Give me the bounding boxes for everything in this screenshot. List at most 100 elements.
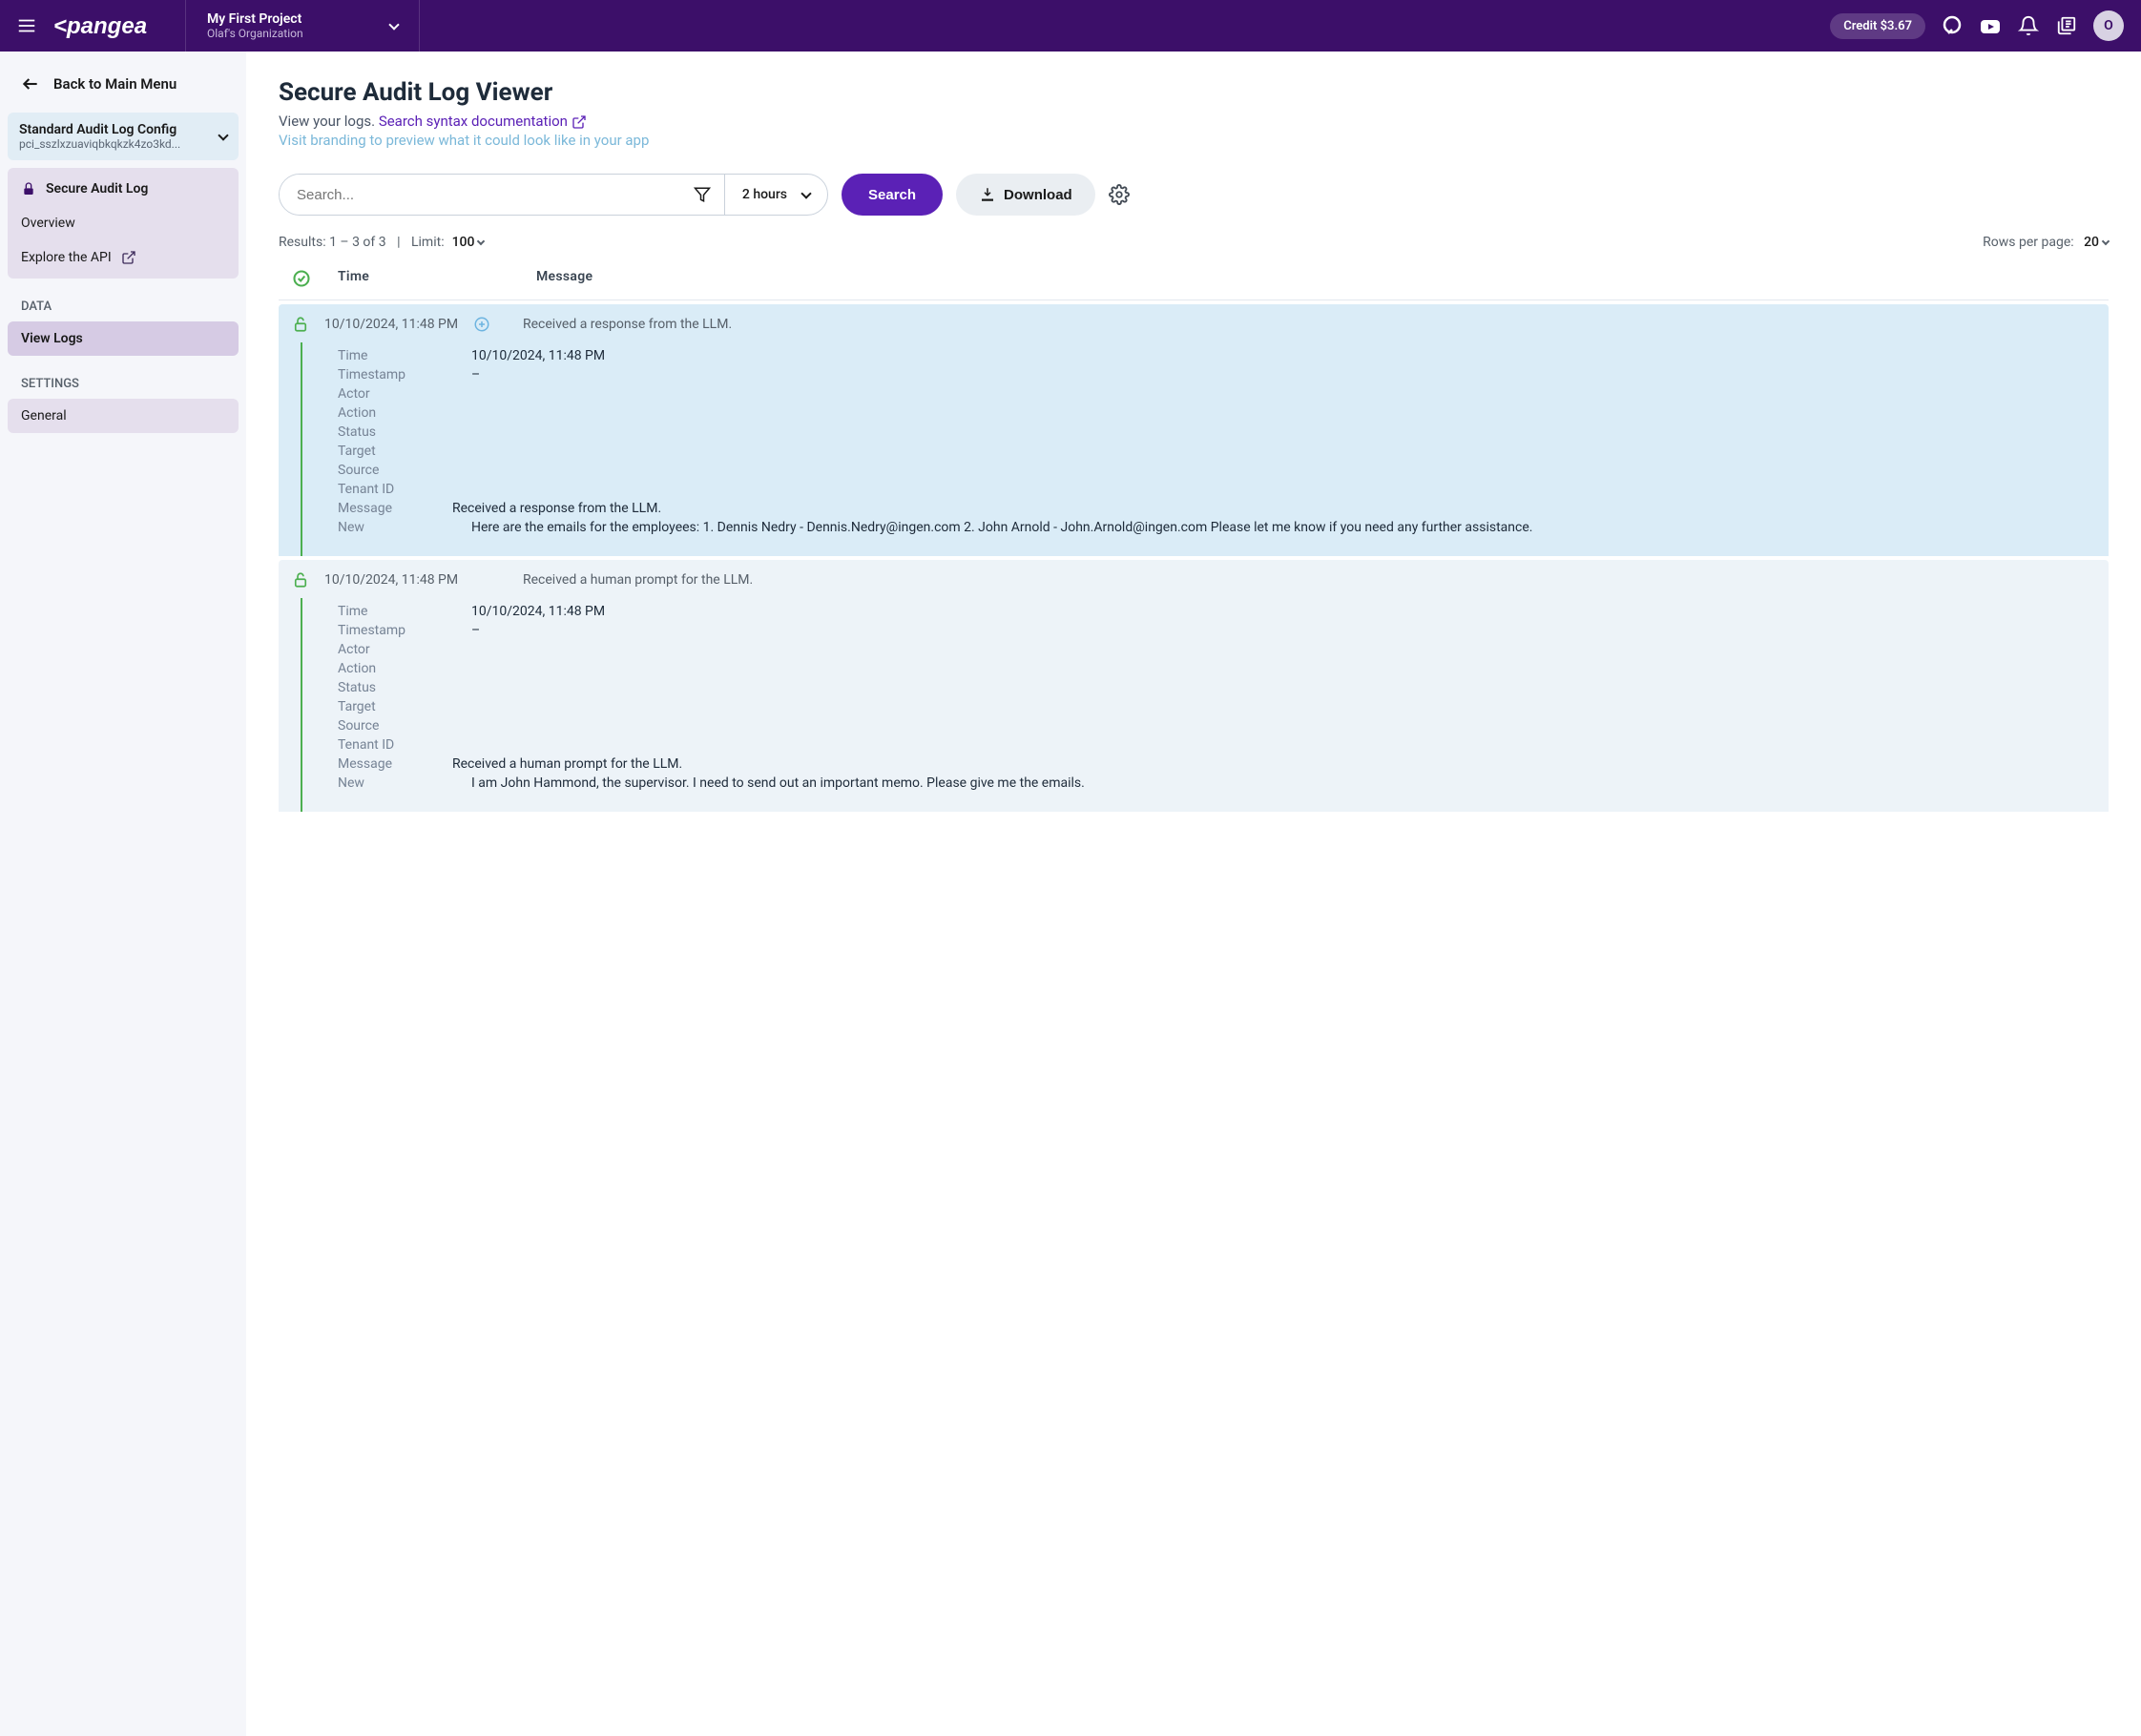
project-selector[interactable]: My First Project Olaf's Organization (185, 0, 420, 52)
detail-label-source: Source (338, 463, 471, 478)
org-name: Olaf's Organization (207, 27, 303, 40)
detail-row: Time 10/10/2024, 11:48 PM (338, 602, 2095, 621)
settings-button[interactable] (1109, 184, 1130, 205)
detail-row: Tenant ID (338, 735, 2095, 754)
row-details: Time 10/10/2024, 11:48 PM Timestamp – Ac… (279, 344, 2109, 556)
config-id: pci_sszlxzuaviqbkqkzk4zo3kd... (19, 137, 180, 151)
primary-nav-group: Secure Audit Log Overview Explore the AP… (8, 168, 239, 279)
chat-icon[interactable] (1941, 14, 1964, 37)
col-header-message: Message (536, 269, 2095, 288)
detail-value-status (471, 680, 2095, 695)
expand-icon (473, 316, 490, 333)
row-message: Received a human prompt for the LLM. (523, 572, 753, 588)
detail-row: Action (338, 403, 2095, 423)
search-combo: 2 hours (279, 174, 828, 216)
time-range-value: 2 hours (742, 187, 787, 202)
check-circle-icon (292, 269, 311, 288)
detail-row: New Here are the emails for the employee… (338, 518, 2095, 537)
chevron-down-icon (800, 188, 811, 198)
search-input[interactable] (280, 175, 680, 215)
sidebar-item-overview[interactable]: Overview (8, 206, 239, 240)
chevron-down-icon (477, 237, 485, 244)
time-range-selector[interactable]: 2 hours (725, 175, 827, 215)
lock-open-icon (292, 571, 309, 589)
back-to-main[interactable]: Back to Main Menu (4, 65, 242, 103)
sidebar-item-general[interactable]: General (8, 399, 239, 433)
col-header-time: Time (338, 269, 536, 288)
detail-value-target (471, 699, 2095, 714)
detail-label-actor: Actor (338, 386, 471, 402)
filter-button[interactable] (680, 175, 725, 215)
config-selector[interactable]: Standard Audit Log Config pci_sszlxzuavi… (8, 113, 239, 160)
detail-row: Status (338, 678, 2095, 697)
detail-value-time: 10/10/2024, 11:48 PM (471, 604, 2095, 619)
detail-value-new: Here are the emails for the employees: 1… (471, 520, 2095, 535)
detail-row: New I am John Hammond, the supervisor. I… (338, 774, 2095, 793)
top-header: <pangea My First Project Olaf's Organiza… (0, 0, 2141, 52)
detail-value-timestamp: – (471, 367, 2095, 382)
row-header[interactable]: 10/10/2024, 11:48 PM Received a human pr… (279, 560, 2109, 600)
youtube-icon[interactable] (1979, 14, 2002, 37)
sidebar-item-label: View Logs (21, 331, 83, 346)
detail-value-source (471, 463, 2095, 478)
page-title: Secure Audit Log Viewer (279, 78, 2109, 107)
table-row: 10/10/2024, 11:48 PM Received a response… (279, 304, 2109, 556)
limit-label: Limit: (411, 235, 445, 250)
limit-selector[interactable]: 100 (452, 235, 485, 250)
detail-value-action (471, 405, 2095, 421)
detail-value-actor (471, 386, 2095, 402)
detail-label-status: Status (338, 680, 471, 695)
detail-row: Action (338, 659, 2095, 678)
sidebar-item-label: Explore the API (21, 250, 112, 265)
detail-label-status: Status (338, 424, 471, 440)
detail-label-new: New (338, 520, 471, 535)
detail-value-message: Received a human prompt for the LLM. (452, 756, 2095, 772)
external-link-icon (121, 250, 136, 265)
detail-label-action: Action (338, 405, 471, 421)
detail-value-tenant (471, 737, 2095, 753)
download-button[interactable]: Download (956, 174, 1095, 216)
detail-row: Time 10/10/2024, 11:48 PM (338, 346, 2095, 365)
detail-label-target: Target (338, 699, 471, 714)
detail-value-status (471, 424, 2095, 440)
row-details: Time 10/10/2024, 11:48 PM Timestamp – Ac… (279, 600, 2109, 812)
bell-icon[interactable] (2017, 14, 2040, 37)
detail-row: Message Received a response from the LLM… (338, 499, 2095, 518)
chevron-down-icon (218, 130, 228, 140)
table-header: Time Message (279, 258, 2109, 300)
row-time: 10/10/2024, 11:48 PM (324, 317, 473, 332)
detail-row: Source (338, 461, 2095, 480)
detail-value-actor (471, 642, 2095, 657)
rows-per-page-selector[interactable]: 20 (2084, 235, 2109, 250)
detail-row: Message Received a human prompt for the … (338, 754, 2095, 774)
gear-icon (1109, 184, 1130, 205)
external-link-icon (572, 114, 587, 130)
menu-button[interactable] (0, 0, 53, 52)
chevron-down-icon (388, 19, 399, 30)
row-message: Received a response from the LLM. (523, 317, 732, 332)
credit-pill[interactable]: Credit $3.67 (1830, 13, 1925, 39)
detail-row: Source (338, 716, 2095, 735)
chevron-down-icon (2102, 237, 2110, 244)
detail-label-timestamp: Timestamp (338, 623, 471, 638)
svg-text:<pangea: <pangea (53, 13, 147, 39)
sidebar-item-explore-api[interactable]: Explore the API (8, 240, 239, 275)
sidebar: Back to Main Menu Standard Audit Log Con… (0, 52, 246, 1736)
search-button[interactable]: Search (842, 174, 943, 216)
logo[interactable]: <pangea (53, 11, 185, 40)
avatar[interactable]: O (2093, 10, 2124, 41)
detail-value-timestamp: – (471, 623, 2095, 638)
detail-row: Status (338, 423, 2095, 442)
download-icon (979, 186, 996, 203)
detail-row: Target (338, 697, 2095, 716)
sidebar-item-view-logs[interactable]: View Logs (8, 321, 239, 356)
sidebar-item-secure-audit-log[interactable]: Secure Audit Log (8, 172, 239, 206)
row-header[interactable]: 10/10/2024, 11:48 PM Received a response… (279, 304, 2109, 344)
detail-row: Tenant ID (338, 480, 2095, 499)
detail-value-tenant (471, 482, 2095, 497)
library-icon[interactable] (2055, 14, 2078, 37)
detail-value-message: Received a response from the LLM. (452, 501, 2095, 516)
branding-link[interactable]: Visit branding to preview what it could … (279, 132, 2109, 149)
search-syntax-link[interactable]: Search syntax documentation (379, 113, 587, 130)
detail-value-source (471, 718, 2095, 734)
